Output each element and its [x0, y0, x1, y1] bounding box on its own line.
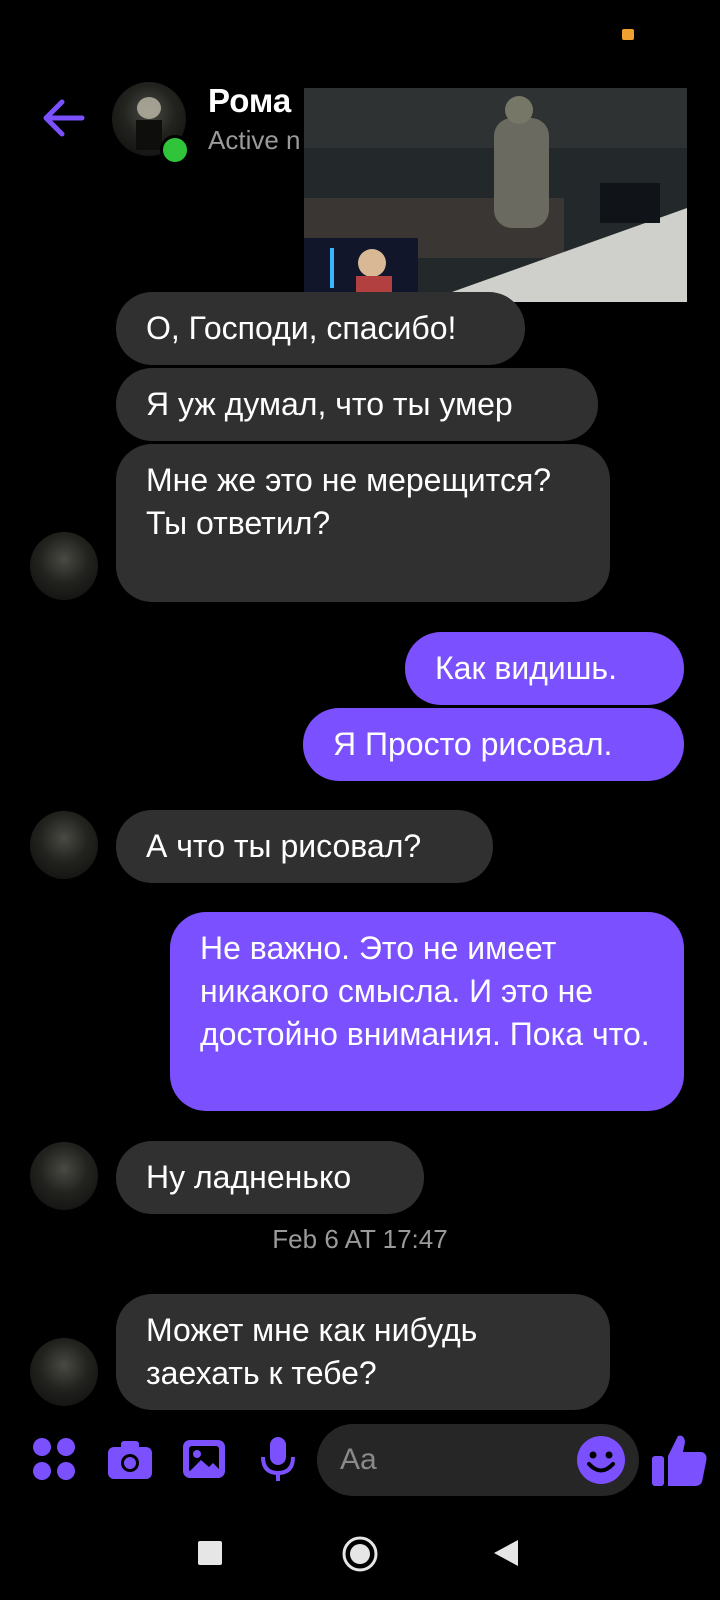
nav-back-button[interactable]: [494, 1539, 520, 1572]
home-button[interactable]: [341, 1535, 379, 1578]
emoji-icon: [577, 1436, 625, 1484]
recent-apps-button[interactable]: [198, 1541, 222, 1570]
sender-avatar[interactable]: [30, 1338, 98, 1406]
apps-button[interactable]: [30, 1435, 78, 1483]
message-bubble-incoming[interactable]: Может мне как нибудь заехать к тебе?: [116, 1294, 610, 1410]
message-timestamp: Feb 6 AT 17:47: [272, 1224, 448, 1254]
sender-avatar[interactable]: [30, 1142, 98, 1210]
voice-message-button[interactable]: [254, 1435, 302, 1483]
back-arrow-icon: [43, 99, 85, 137]
thumbs-up-icon: [652, 1435, 707, 1486]
home-icon: [342, 1536, 378, 1572]
message-bubble-incoming[interactable]: Мне же это не мерещится? Ты ответил?: [116, 444, 610, 602]
back-button[interactable]: [36, 90, 92, 146]
contact-active-status: Active n: [208, 125, 301, 155]
message-bubble-outgoing[interactable]: Не важно. Это не имеет никакого смысла. …: [170, 912, 684, 1111]
video-frame: [304, 88, 687, 302]
sender-avatar[interactable]: [30, 532, 98, 600]
online-status-dot: [160, 135, 190, 165]
status-indicator: [622, 29, 634, 40]
emoji-button[interactable]: [576, 1435, 626, 1485]
message-input-placeholder: Aa: [340, 1443, 377, 1476]
sender-avatar[interactable]: [30, 811, 98, 879]
camera-icon: [108, 1441, 152, 1479]
message-bubble-outgoing[interactable]: Как видишь.: [405, 632, 684, 705]
recent-apps-icon: [198, 1541, 222, 1565]
microphone-icon: [261, 1437, 295, 1481]
message-bubble-incoming[interactable]: Я уж думал, что ты умер: [116, 368, 598, 441]
gallery-button[interactable]: [180, 1435, 228, 1483]
thumbs-up-button[interactable]: [650, 1430, 710, 1490]
floating-video-player[interactable]: [304, 88, 687, 302]
back-icon: [494, 1540, 518, 1566]
gallery-icon: [183, 1440, 225, 1478]
contact-name[interactable]: Рома: [208, 82, 291, 120]
apps-icon: [33, 1438, 75, 1480]
message-bubble-incoming[interactable]: О, Господи, спасибо!: [116, 292, 525, 365]
message-bubble-outgoing[interactable]: Я Просто рисовал.: [303, 708, 684, 781]
camera-button[interactable]: [106, 1435, 154, 1483]
message-bubble-incoming[interactable]: Ну ладненько: [116, 1141, 424, 1214]
message-bubble-incoming[interactable]: А что ты рисовал?: [116, 810, 493, 883]
